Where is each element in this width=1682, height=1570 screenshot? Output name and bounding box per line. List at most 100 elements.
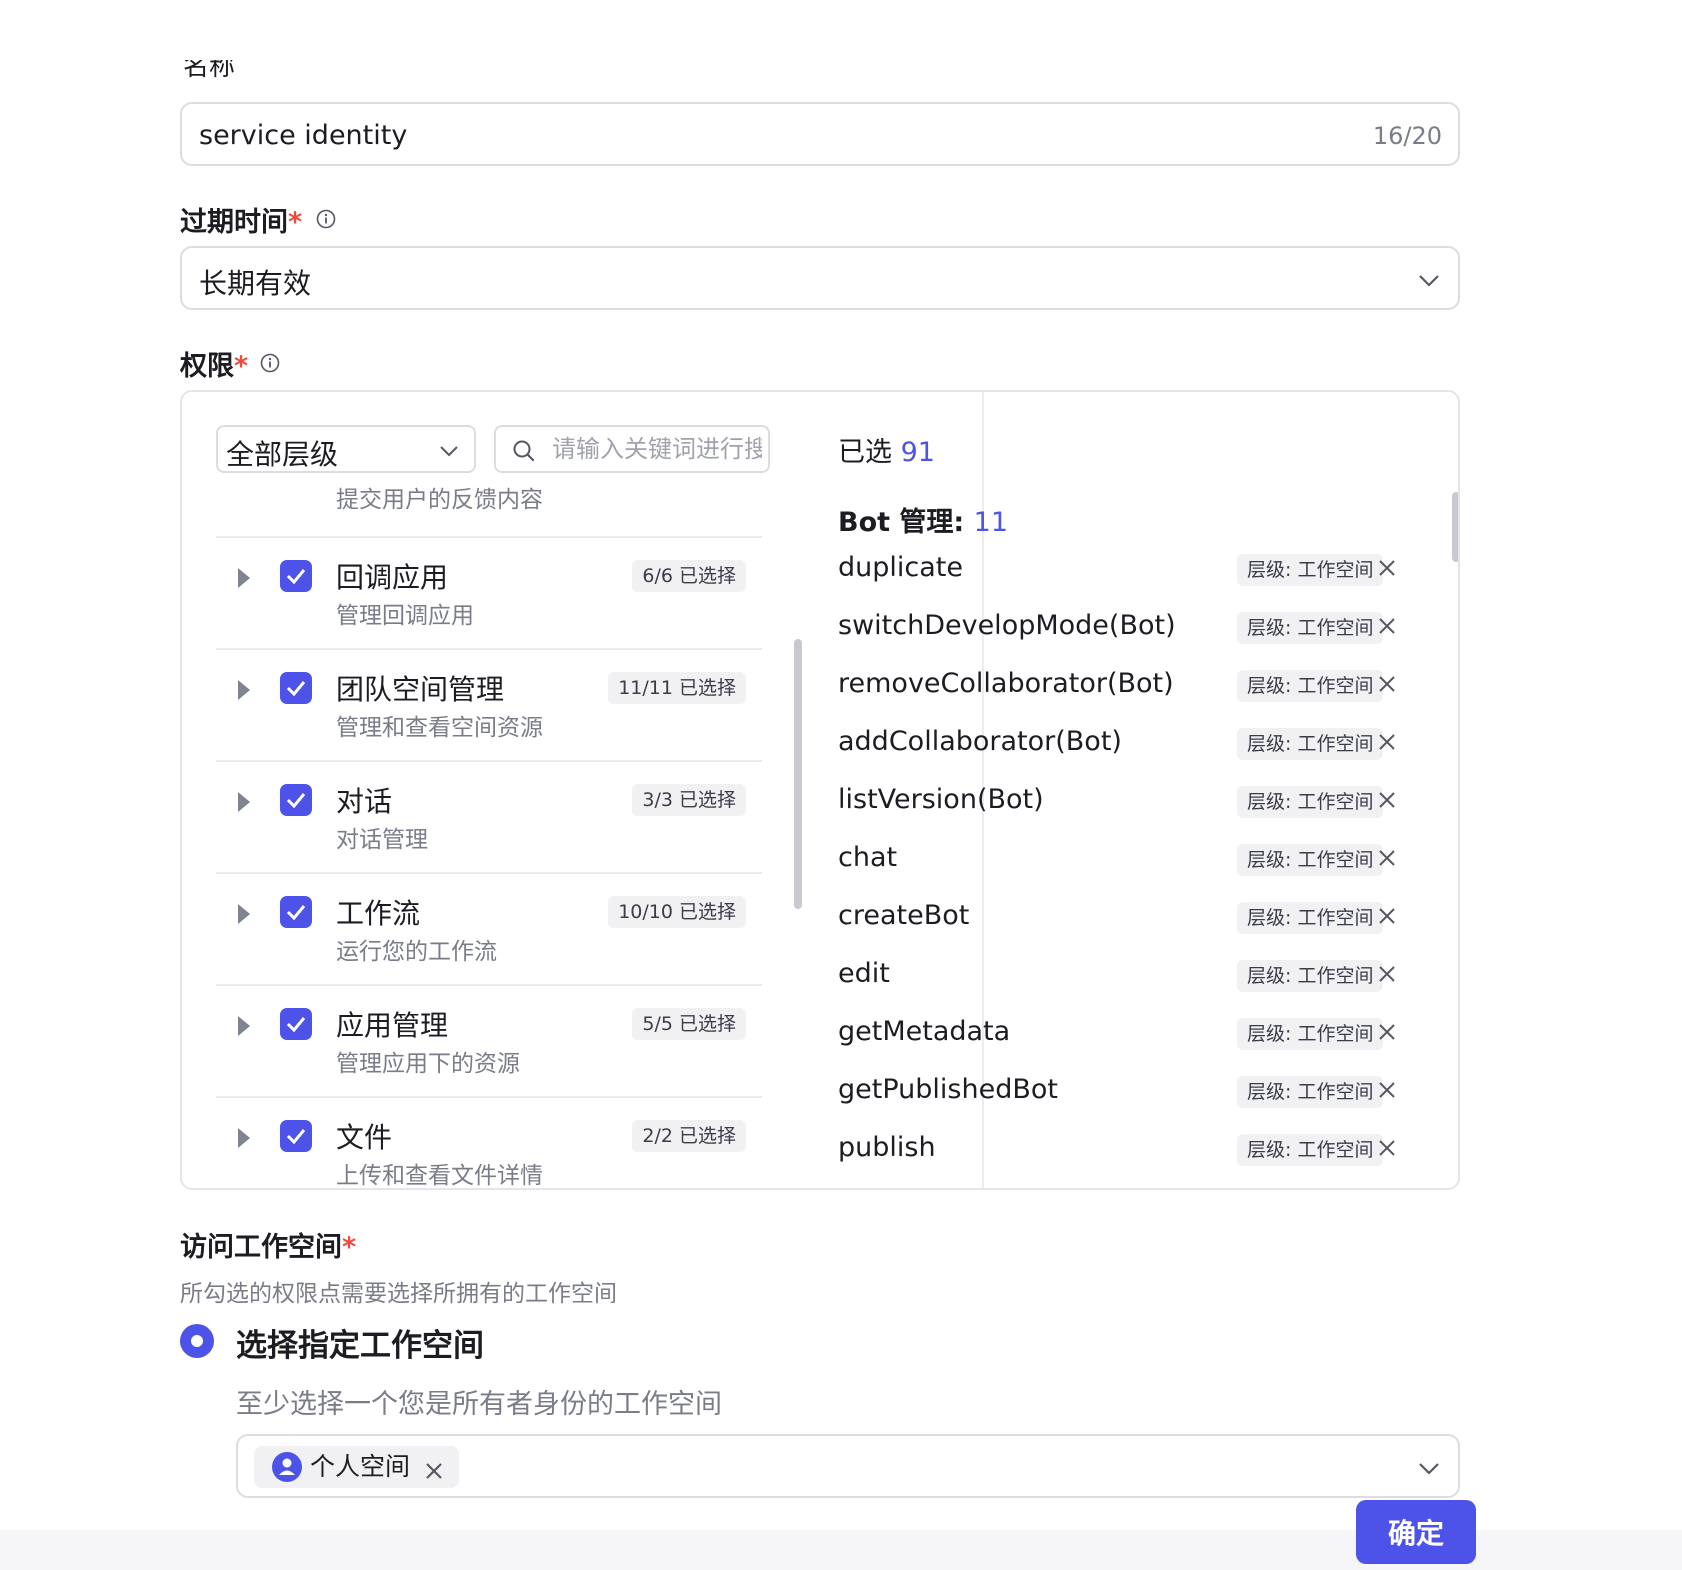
name-field[interactable]: service identity 16/20 xyxy=(180,102,1460,166)
permission-label: 权限* xyxy=(180,351,249,382)
permission-name: removeCollaborator(Bot) xyxy=(838,668,1174,699)
check-icon xyxy=(286,569,306,585)
right-scrollbar[interactable] xyxy=(1452,492,1458,562)
category-row[interactable]: 应用管理 管理应用下的资源 5/5 已选择 xyxy=(216,984,762,1096)
remove-icon[interactable] xyxy=(1378,791,1396,809)
workspace-label: 访问工作空间* xyxy=(180,1232,357,1263)
permission-name: switchDevelopMode(Bot) xyxy=(838,610,1176,641)
expire-select[interactable]: 长期有效 xyxy=(180,246,1460,310)
remove-tag-icon[interactable] xyxy=(425,1462,443,1480)
selected-item: getPublishedBot 层级: 工作空间 xyxy=(838,1064,1408,1122)
category-title: 回调应用 xyxy=(336,561,449,594)
workspace-description: 所勾选的权限点需要选择所拥有的工作空间 xyxy=(180,1281,617,1307)
category-desc: 对话管理 xyxy=(336,827,428,853)
group-count: 11 xyxy=(973,507,1008,538)
level-tag: 层级: 工作空间 xyxy=(1237,786,1384,818)
level-select[interactable]: 全部层级 xyxy=(216,425,476,473)
chevron-down-icon xyxy=(1419,1463,1439,1475)
permission-name: getPublishedBot xyxy=(838,1074,1058,1105)
category-checkbox[interactable] xyxy=(280,672,312,704)
check-icon xyxy=(286,681,306,697)
info-icon[interactable] xyxy=(316,209,336,229)
category-desc: 运行您的工作流 xyxy=(336,939,497,965)
selected-item: publish 层级: 工作空间 xyxy=(838,1122,1408,1180)
category-desc: 上传和查看文件详情 xyxy=(336,1163,543,1189)
radio-label[interactable]: 选择指定工作空间 xyxy=(236,1320,484,1365)
expand-caret-icon[interactable] xyxy=(238,568,250,588)
permission-name: duplicate xyxy=(838,552,963,583)
workspace-select[interactable]: 个人空间 xyxy=(236,1434,1460,1498)
remove-icon[interactable] xyxy=(1378,733,1396,751)
category-desc: 提交用户的反馈内容 xyxy=(336,487,543,513)
expire-label: 过期时间* xyxy=(180,207,303,238)
level-tag: 层级: 工作空间 xyxy=(1237,728,1384,760)
category-title: 文件 xyxy=(336,1121,393,1154)
selected-header: 已选 91 xyxy=(838,437,935,468)
category-desc: 管理和查看空间资源 xyxy=(336,715,543,741)
expand-caret-icon[interactable] xyxy=(238,680,250,700)
level-select-value: 全部层级 xyxy=(226,438,339,471)
name-value[interactable]: service identity xyxy=(199,120,407,151)
category-row[interactable]: 回调应用 管理回调应用 6/6 已选择 xyxy=(216,536,762,648)
expand-caret-icon[interactable] xyxy=(238,904,250,924)
category-title: 工作流 xyxy=(336,897,421,930)
category-checkbox[interactable] xyxy=(280,1008,312,1040)
selected-count-badge: 10/10 已选择 xyxy=(608,896,746,928)
category-checkbox[interactable] xyxy=(280,784,312,816)
expand-caret-icon[interactable] xyxy=(238,1016,250,1036)
row-divider xyxy=(216,648,762,650)
remove-icon[interactable] xyxy=(1378,849,1396,867)
check-icon xyxy=(286,793,306,809)
category-row[interactable]: 团队空间管理 管理和查看空间资源 11/11 已选择 xyxy=(216,648,762,760)
selected-total: 91 xyxy=(900,437,935,468)
row-divider xyxy=(216,760,762,762)
remove-icon[interactable] xyxy=(1378,1023,1396,1041)
remove-icon[interactable] xyxy=(1378,1081,1396,1099)
category-checkbox[interactable] xyxy=(280,1120,312,1152)
category-title: 应用管理 xyxy=(336,1009,449,1042)
person-icon xyxy=(279,1458,295,1475)
remove-icon[interactable] xyxy=(1378,965,1396,983)
check-icon xyxy=(286,1017,306,1033)
radio-dot xyxy=(191,1335,203,1347)
search-input[interactable] xyxy=(552,433,762,465)
category-row[interactable]: 工作流 运行您的工作流 10/10 已选择 xyxy=(216,872,762,984)
info-icon[interactable] xyxy=(260,353,280,373)
selected-item: addCollaborator(Bot) 层级: 工作空间 xyxy=(838,716,1408,774)
permission-name: listVersion(Bot) xyxy=(838,784,1044,815)
remove-icon[interactable] xyxy=(1378,617,1396,635)
left-scrollbar[interactable] xyxy=(794,639,802,909)
permission-name: edit xyxy=(838,958,890,989)
category-row[interactable]: 文件 上传和查看文件详情 2/2 已选择 xyxy=(216,1096,762,1189)
selected-count-badge: 2/2 已选择 xyxy=(632,1120,746,1152)
level-tag: 层级: 工作空间 xyxy=(1237,1134,1384,1166)
search-icon xyxy=(513,440,535,462)
selected-item: switchDevelopMode(Bot) 层级: 工作空间 xyxy=(838,600,1408,658)
permission-name: getMetadata xyxy=(838,1016,1011,1047)
selected-item: duplicate 层级: 工作空间 xyxy=(838,542,1408,600)
category-desc: 管理回调应用 xyxy=(336,603,474,629)
workspace-radio[interactable] xyxy=(180,1324,214,1358)
row-divider xyxy=(216,536,762,538)
expand-caret-icon[interactable] xyxy=(238,792,250,812)
selected-item: createBot 层级: 工作空间 xyxy=(838,890,1408,948)
category-checkbox[interactable] xyxy=(280,560,312,592)
expand-caret-icon[interactable] xyxy=(238,1128,250,1148)
user-avatar-icon xyxy=(272,1452,302,1482)
remove-icon[interactable] xyxy=(1378,907,1396,925)
selected-count-badge: 11/11 已选择 xyxy=(608,672,746,704)
remove-icon[interactable] xyxy=(1378,675,1396,693)
confirm-button[interactable]: 确定 xyxy=(1356,1500,1476,1564)
selected-item: edit 层级: 工作空间 xyxy=(838,948,1408,1006)
selected-item: removeCollaborator(Bot) 层级: 工作空间 xyxy=(838,658,1408,716)
remove-icon[interactable] xyxy=(1378,1139,1396,1157)
level-tag: 层级: 工作空间 xyxy=(1237,554,1384,586)
category-checkbox[interactable] xyxy=(280,896,312,928)
selected-item: getMetadata 层级: 工作空间 xyxy=(838,1006,1408,1064)
check-icon xyxy=(286,1129,306,1145)
permission-search[interactable] xyxy=(494,425,770,473)
permission-name: createBot xyxy=(838,900,970,931)
remove-icon[interactable] xyxy=(1378,559,1396,577)
category-row[interactable]: 对话 对话管理 3/3 已选择 xyxy=(216,760,762,872)
level-tag: 层级: 工作空间 xyxy=(1237,1076,1384,1108)
